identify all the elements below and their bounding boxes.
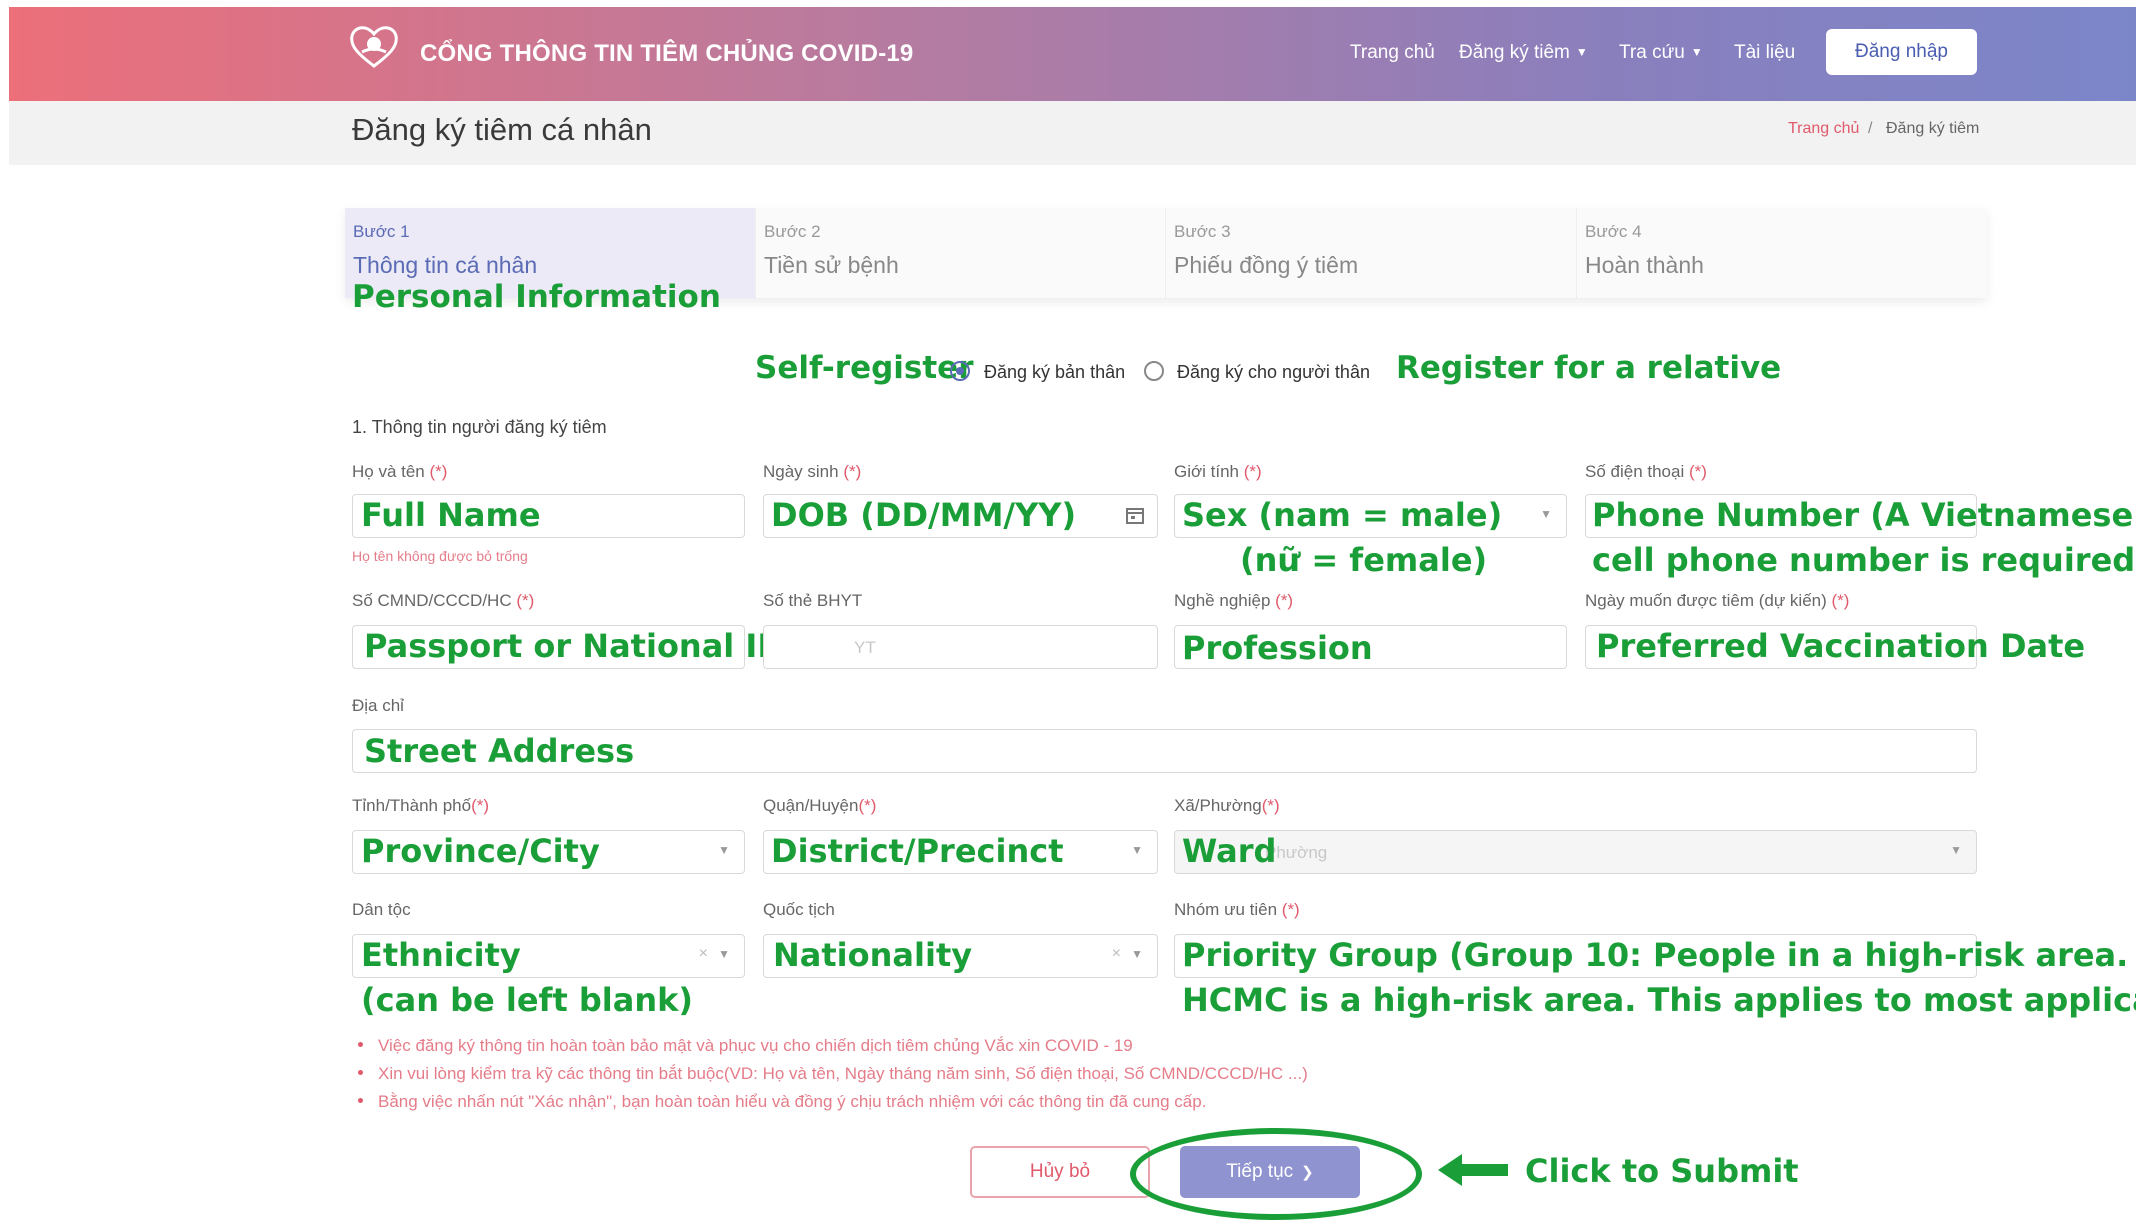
calendar-icon[interactable] (1125, 505, 1145, 525)
ward-select[interactable]: Phường ▼ (1174, 830, 1977, 874)
label-ward: Xã/Phường(*) (1174, 796, 1280, 815)
top-header (9, 7, 2136, 101)
label-province: Tỉnh/Thành phố(*) (352, 796, 490, 815)
annotation-personal-info: Personal Information (352, 279, 721, 315)
note-item: Việc đăng ký thông tin hoàn toàn bảo mật… (358, 1036, 1133, 1056)
label-full-name: Họ và tên (*) (352, 462, 448, 481)
nav-lookup[interactable]: Tra cứu ▼ (1619, 42, 1703, 64)
step-name: Thông tin cá nhân (353, 252, 538, 278)
note-item: Bằng việc nhấn nút "Xác nhận", bạn hoàn … (358, 1092, 1206, 1112)
step-number: Bước 2 (764, 222, 821, 241)
step-4: Bước 4 Hoàn thành (1576, 208, 1988, 298)
label-phone: Số điện thoại (*) (1585, 462, 1707, 481)
radio-relative[interactable] (1144, 361, 1164, 381)
breadcrumb-home[interactable]: Trang chủ (1788, 120, 1859, 138)
annotation-district: District/Precinct (771, 832, 1064, 870)
arrow-left-icon (1438, 1154, 1508, 1186)
label-profession: Nghề nghiệp (*) (1174, 591, 1294, 610)
annotation-street: Street Address (364, 732, 635, 770)
chevron-down-icon: ▼ (1575, 45, 1588, 59)
login-button[interactable]: Đăng nhập (1826, 29, 1977, 75)
annotation-ward: Ward (1182, 832, 1277, 870)
label-dob: Ngày sinh (*) (763, 462, 862, 481)
full-name-error: Họ tên không được bỏ trống (352, 548, 528, 564)
annotation-phone-1: Phone Number (A Vietnamese (1592, 496, 2134, 534)
step-name: Phiếu đồng ý tiêm (1174, 252, 1359, 278)
site-title[interactable]: CỔNG THÔNG TIN TIÊM CHỦNG COVID-19 (420, 40, 913, 68)
chevron-down-icon: ▼ (1131, 947, 1143, 961)
chevron-down-icon: ▼ (1540, 507, 1552, 521)
step-name: Hoàn thành (1585, 252, 1704, 278)
step-number: Bước 4 (1585, 222, 1642, 241)
annotation-preferred-date: Preferred Vaccination Date (1596, 627, 2086, 665)
step-3: Bước 3 Phiếu đồng ý tiêm (1165, 208, 1577, 298)
section-title: 1. Thông tin người đăng ký tiêm (352, 417, 607, 437)
insurance-input[interactable]: YT (763, 625, 1158, 669)
annotation-province: Province/City (361, 832, 600, 870)
heart-logo-icon[interactable] (348, 22, 400, 70)
step-2: Bước 2 Tiền sử bệnh (755, 208, 1166, 298)
nav-home[interactable]: Trang chủ (1350, 42, 1435, 64)
annotation-ethnicity-2: (can be left blank) (361, 981, 694, 1019)
label-sex: Giới tính (*) (1174, 462, 1262, 481)
annotation-dob: DOB (DD/MM/YY) (771, 496, 1077, 534)
label-ethnicity: Dân tộc (352, 900, 411, 919)
page-title: Đăng ký tiêm cá nhân (352, 112, 652, 147)
annotation-ethnicity-1: Ethnicity (361, 936, 521, 974)
label-priority: Nhóm ưu tiên (*) (1174, 900, 1300, 919)
label-address: Địa chỉ (352, 696, 404, 715)
chevron-down-icon: ▼ (1131, 843, 1143, 857)
clear-icon[interactable]: × (699, 945, 708, 963)
annotation-submit: Click to Submit (1525, 1152, 1799, 1190)
note-item: Xin vui lòng kiểm tra kỹ các thông tin b… (358, 1064, 1308, 1084)
breadcrumb-separator: / (1868, 120, 1873, 137)
annotation-phone-2: cell phone number is required) (1592, 541, 2136, 579)
nav-register[interactable]: Đăng ký tiêm ▼ (1459, 42, 1588, 64)
step-number: Bước 3 (1174, 222, 1231, 241)
step-number: Bước 1 (353, 222, 410, 241)
step-name: Tiền sử bệnh (764, 252, 899, 278)
annotation-sex-1: Sex (nam = male) (1182, 496, 1503, 534)
annotation-register-relative: Register for a relative (1396, 350, 1782, 386)
breadcrumb-current: Đăng ký tiêm (1886, 120, 1980, 137)
chevron-down-icon: ▼ (1950, 843, 1962, 857)
label-insurance: Số thẻ BHYT (763, 591, 863, 610)
annotation-full-name: Full Name (361, 496, 541, 534)
radio-self[interactable] (950, 361, 970, 381)
nav-documents[interactable]: Tài liệu (1734, 42, 1795, 64)
cancel-button[interactable]: Hủy bỏ (970, 1146, 1150, 1198)
chevron-down-icon: ▼ (718, 843, 730, 857)
radio-relative-label[interactable]: Đăng ký cho người thân (1177, 362, 1370, 383)
annotation-priority-2: HCMC is a high-risk area. This applies t… (1182, 981, 2136, 1019)
highlight-ellipse (1130, 1128, 1422, 1220)
radio-self-label[interactable]: Đăng ký bản thân (984, 362, 1125, 383)
label-district: Quận/Huyện(*) (763, 796, 877, 815)
insurance-placeholder: YT (854, 638, 876, 657)
label-preferred-date: Ngày muốn được tiêm (dự kiến) (*) (1585, 591, 1850, 610)
clear-icon[interactable]: × (1112, 945, 1121, 963)
chevron-down-icon: ▼ (1690, 45, 1703, 59)
annotation-profession: Profession (1182, 629, 1373, 667)
annotation-sex-2: (nữ = female) (1240, 541, 1488, 579)
label-id-number: Số CMND/CCCD/HC (*) (352, 591, 535, 610)
annotation-nationality: Nationality (773, 936, 973, 974)
annotation-self-register: Self-register (755, 350, 974, 386)
label-nationality: Quốc tịch (763, 900, 835, 919)
chevron-down-icon: ▼ (718, 947, 730, 961)
annotation-priority-1: Priority Group (Group 10: People in a hi… (1182, 936, 2129, 974)
